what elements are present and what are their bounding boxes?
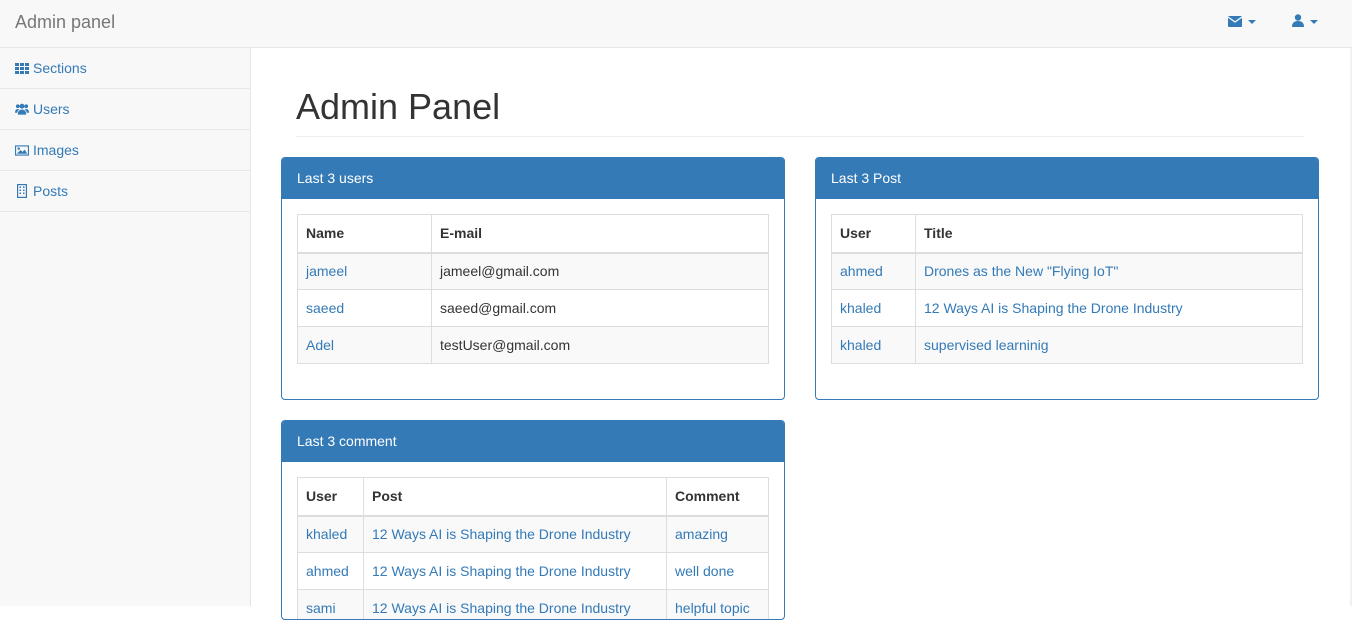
posts-panel: Last 3 Post User Title ahmed Drones as t… [815,157,1319,400]
table-row: Adel testUser@gmail.com [298,327,769,364]
table-row: khaled 12 Ways AI is Shaping the Drone I… [298,516,769,553]
comment-user-link[interactable]: ahmed [306,563,349,579]
envelope-icon [1228,14,1242,30]
table-row: jameel jameel@gmail.com [298,253,769,290]
comment-text-link[interactable]: amazing [675,526,728,542]
table-row: sami 12 Ways AI is Shaping the Drone Ind… [298,590,769,620]
user-icon [1292,14,1304,30]
posts-table: User Title ahmed Drones as the New "Flyi… [831,214,1303,364]
comment-text-link[interactable]: helpful topic [675,600,750,616]
table-row: khaled 12 Ways AI is Shaping the Drone I… [832,290,1303,327]
sidebar-item-sections[interactable]: Sections [0,48,250,89]
comment-text-link[interactable]: well done [675,563,734,579]
comment-post-link[interactable]: 12 Ways AI is Shaping the Drone Industry [372,526,631,542]
comments-table: User Post Comment khaled 12 Ways AI is S… [297,477,769,620]
panel-heading: Last 3 comment [282,421,784,462]
table-row: saeed saeed@gmail.com [298,290,769,327]
page-title: Admin Panel [296,86,500,128]
user-email: jameel@gmail.com [432,253,769,290]
panel-heading: Last 3 Post [816,158,1318,199]
sidebar-item-label: Posts [33,183,68,199]
table-row: khaled supervised learninig [832,327,1303,364]
comments-panel: Last 3 comment User Post Comment khaled … [281,420,785,620]
divider [296,136,1304,137]
sidebar-item-label: Sections [33,60,87,76]
messages-dropdown[interactable] [1228,14,1256,30]
user-name-link[interactable]: jameel [306,263,347,279]
column-header: Comment [667,478,769,516]
user-email: testUser@gmail.com [432,327,769,364]
sidebar-item-label: Users [33,101,70,117]
sidebar: Sections Users Images Posts [0,48,251,606]
sidebar-item-users[interactable]: Users [0,89,250,130]
user-email: saeed@gmail.com [432,290,769,327]
grid-icon [15,61,29,75]
column-header: Title [916,215,1303,253]
post-user-link[interactable]: ahmed [840,263,883,279]
user-name-link[interactable]: Adel [306,337,334,353]
users-table: Name E-mail jameel jameel@gmail.com saee… [297,214,769,364]
post-title-link[interactable]: supervised learninig [924,337,1049,353]
table-row: ahmed 12 Ways AI is Shaping the Drone In… [298,553,769,590]
user-name-link[interactable]: saeed [306,300,344,316]
comment-user-link[interactable]: khaled [306,526,347,542]
top-navbar: Admin panel [0,0,1352,48]
post-title-link[interactable]: Drones as the New "Flying IoT" [924,263,1118,279]
table-row: ahmed Drones as the New "Flying IoT" [832,253,1303,290]
sidebar-item-label: Images [33,142,79,158]
user-dropdown[interactable] [1292,14,1318,30]
post-title-link[interactable]: 12 Ways AI is Shaping the Drone Industry [924,300,1183,316]
post-user-link[interactable]: khaled [840,300,881,316]
column-header: E-mail [432,215,769,253]
comment-post-link[interactable]: 12 Ways AI is Shaping the Drone Industry [372,563,631,579]
comment-user-link[interactable]: sami [306,600,336,616]
panel-heading: Last 3 users [282,158,784,199]
sidebar-item-images[interactable]: Images [0,130,250,171]
column-header: Post [364,478,667,516]
column-header: User [832,215,916,253]
brand-link[interactable]: Admin panel [15,12,115,33]
column-header: User [298,478,364,516]
picture-icon [15,143,29,157]
building-icon [15,184,29,198]
sidebar-item-posts[interactable]: Posts [0,171,250,212]
users-panel: Last 3 users Name E-mail jameel jameel@g… [281,157,785,400]
comment-post-link[interactable]: 12 Ways AI is Shaping the Drone Industry [372,600,631,616]
users-icon [15,102,29,116]
chevron-down-icon [1248,20,1256,24]
post-user-link[interactable]: khaled [840,337,881,353]
chevron-down-icon [1310,20,1318,24]
column-header: Name [298,215,432,253]
